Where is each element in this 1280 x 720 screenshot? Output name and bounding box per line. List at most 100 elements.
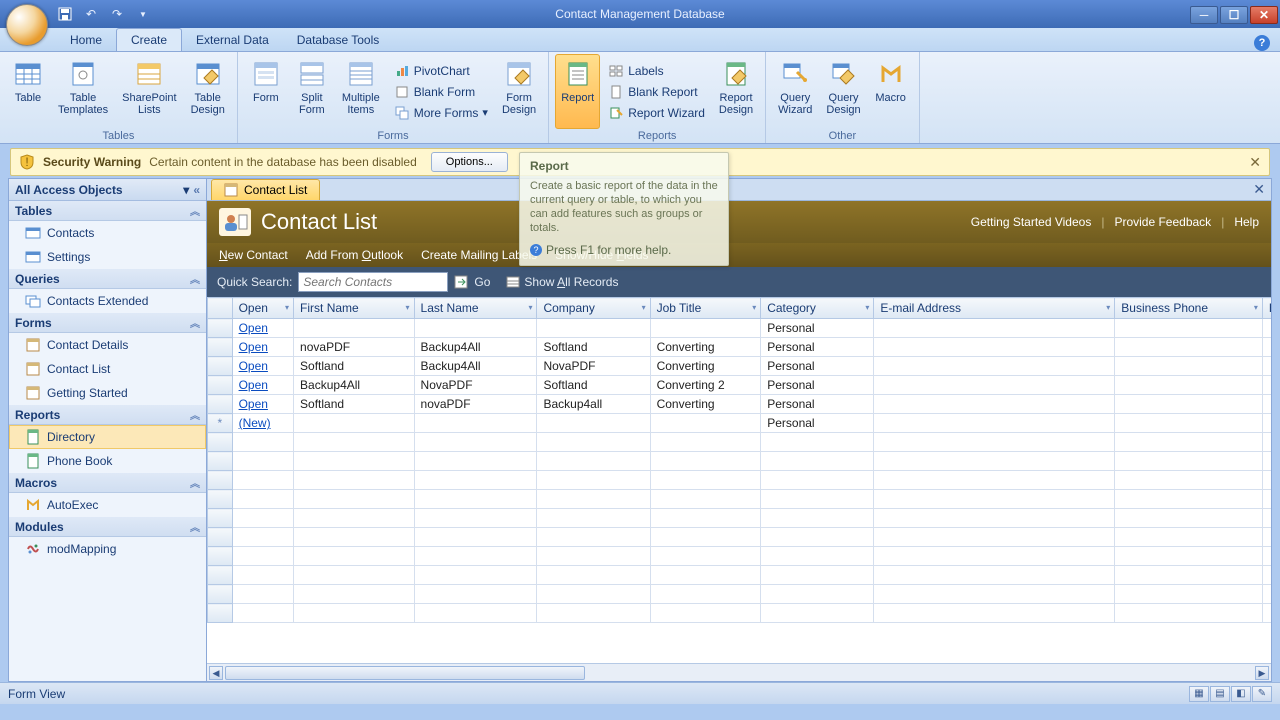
- go-button[interactable]: Go: [474, 275, 490, 289]
- cell[interactable]: [1115, 414, 1263, 433]
- nav-group-queries[interactable]: Queries︽: [9, 269, 206, 289]
- cell[interactable]: novaPDF: [294, 338, 414, 357]
- cell[interactable]: Backup4all: [537, 395, 650, 414]
- security-close-icon[interactable]: ✕: [1249, 154, 1261, 171]
- cell[interactable]: [650, 319, 761, 338]
- col-last-name[interactable]: Last Name▾: [414, 298, 537, 319]
- cell[interactable]: [1115, 376, 1263, 395]
- cell[interactable]: [1262, 376, 1271, 395]
- report-design-button[interactable]: Report Design: [713, 54, 759, 129]
- row-selector[interactable]: [208, 376, 233, 395]
- cell[interactable]: NovaPDF: [537, 357, 650, 376]
- more-forms-button[interactable]: More Forms ▾: [388, 103, 494, 123]
- view-layout-icon[interactable]: ◧: [1231, 686, 1251, 702]
- multiple-items-button[interactable]: Multiple Items: [336, 54, 386, 129]
- nav-item-phone-book[interactable]: Phone Book: [9, 449, 206, 473]
- tab-home[interactable]: Home: [56, 29, 116, 51]
- cell[interactable]: [537, 414, 650, 433]
- help-icon[interactable]: ?: [1254, 35, 1270, 51]
- cell[interactable]: [1262, 338, 1271, 357]
- labels-button[interactable]: Labels: [602, 61, 711, 81]
- link-help[interactable]: Help: [1234, 215, 1259, 229]
- nav-filter-dropdown-icon[interactable]: ▾: [183, 183, 189, 197]
- cell[interactable]: Softland: [294, 357, 414, 376]
- nav-item-contact-details[interactable]: Contact Details: [9, 333, 206, 357]
- cell[interactable]: [874, 395, 1115, 414]
- view-form-icon[interactable]: ▦: [1189, 686, 1209, 702]
- col-first-name[interactable]: First Name▾: [294, 298, 414, 319]
- cell[interactable]: Personal: [761, 414, 874, 433]
- report-wizard-button[interactable]: Report Wizard: [602, 103, 711, 123]
- cell[interactable]: Converting: [650, 395, 761, 414]
- go-icon[interactable]: [454, 275, 468, 289]
- cell[interactable]: Softland: [537, 376, 650, 395]
- cell[interactable]: [874, 338, 1115, 357]
- scroll-right-icon[interactable]: ▶: [1255, 666, 1269, 680]
- cell[interactable]: Personal: [761, 376, 874, 395]
- col-dropdown-icon[interactable]: ▾: [865, 303, 869, 312]
- open-link[interactable]: Open: [239, 359, 268, 373]
- maximize-button[interactable]: ☐: [1220, 6, 1248, 24]
- cell[interactable]: [294, 319, 414, 338]
- view-design-icon[interactable]: ✎: [1252, 686, 1272, 702]
- cell[interactable]: [1115, 338, 1263, 357]
- nav-group-macros[interactable]: Macros︽: [9, 473, 206, 493]
- nav-item-contact-list[interactable]: Contact List: [9, 357, 206, 381]
- tab-external-data[interactable]: External Data: [182, 29, 283, 51]
- sharepoint-lists-button[interactable]: SharePoint Lists: [116, 54, 182, 129]
- open-link[interactable]: Open: [239, 397, 268, 411]
- cmd-new-contact[interactable]: NNew Contactew Contact: [219, 248, 288, 262]
- nav-item-contacts[interactable]: Contacts: [9, 221, 206, 245]
- cell[interactable]: Backup4All: [414, 357, 537, 376]
- view-datasheet-icon[interactable]: ▤: [1210, 686, 1230, 702]
- cell[interactable]: [874, 319, 1115, 338]
- cell[interactable]: Personal: [761, 338, 874, 357]
- nav-item-directory[interactable]: Directory: [9, 425, 206, 449]
- col-company[interactable]: Company▾: [537, 298, 650, 319]
- link-provide-feedback[interactable]: Provide Feedback: [1114, 215, 1211, 229]
- cell[interactable]: [1262, 395, 1271, 414]
- nav-group-tables[interactable]: Tables︽: [9, 201, 206, 221]
- cell[interactable]: Personal: [761, 319, 874, 338]
- cell[interactable]: [414, 414, 537, 433]
- tab-create[interactable]: Create: [116, 28, 182, 51]
- horizontal-scrollbar[interactable]: ◀ ▶: [207, 663, 1271, 681]
- nav-item-autoexec[interactable]: AutoExec: [9, 493, 206, 517]
- cell[interactable]: Personal: [761, 395, 874, 414]
- col-dropdown-icon[interactable]: ▾: [642, 303, 646, 312]
- col-e-mail-address[interactable]: E-mail Address▾: [874, 298, 1115, 319]
- col-home-phone[interactable]: Home Phone▾: [1262, 298, 1271, 319]
- col-dropdown-icon[interactable]: ▾: [406, 303, 410, 312]
- nav-group-modules[interactable]: Modules︽: [9, 517, 206, 537]
- col-job-title[interactable]: Job Title▾: [650, 298, 761, 319]
- office-button[interactable]: [6, 4, 48, 46]
- nav-item-settings[interactable]: Settings: [9, 245, 206, 269]
- nav-header[interactable]: All Access Objects ▾ «: [9, 179, 206, 201]
- cell[interactable]: NovaPDF: [414, 376, 537, 395]
- undo-icon[interactable]: ↶: [82, 5, 100, 23]
- cell[interactable]: Converting 2: [650, 376, 761, 395]
- form-button[interactable]: Form: [244, 54, 288, 129]
- tab-database-tools[interactable]: Database Tools: [283, 29, 394, 51]
- col-business-phone[interactable]: Business Phone▾: [1115, 298, 1263, 319]
- scroll-left-icon[interactable]: ◀: [209, 666, 223, 680]
- open-link[interactable]: (New): [239, 416, 271, 430]
- table-templates-button[interactable]: Table Templates: [52, 54, 114, 129]
- table-button[interactable]: Table: [6, 54, 50, 129]
- col-open[interactable]: Open▾: [232, 298, 293, 319]
- cell[interactable]: [294, 414, 414, 433]
- cell[interactable]: [537, 319, 650, 338]
- col-dropdown-icon[interactable]: ▾: [528, 303, 532, 312]
- cell[interactable]: [1262, 319, 1271, 338]
- cell[interactable]: [1115, 395, 1263, 414]
- col-dropdown-icon[interactable]: ▾: [1254, 303, 1258, 312]
- query-wizard-button[interactable]: Query Wizard: [772, 54, 818, 129]
- cmd-create-mailing-labels[interactable]: Create Mailing Labels: [421, 248, 537, 262]
- cell[interactable]: Backup4All: [414, 338, 537, 357]
- search-input[interactable]: [298, 272, 448, 292]
- row-selector[interactable]: [208, 357, 233, 376]
- show-all-records[interactable]: Show All Records: [506, 275, 618, 289]
- cell[interactable]: [1262, 357, 1271, 376]
- nav-group-reports[interactable]: Reports︽: [9, 405, 206, 425]
- nav-item-getting-started[interactable]: Getting Started: [9, 381, 206, 405]
